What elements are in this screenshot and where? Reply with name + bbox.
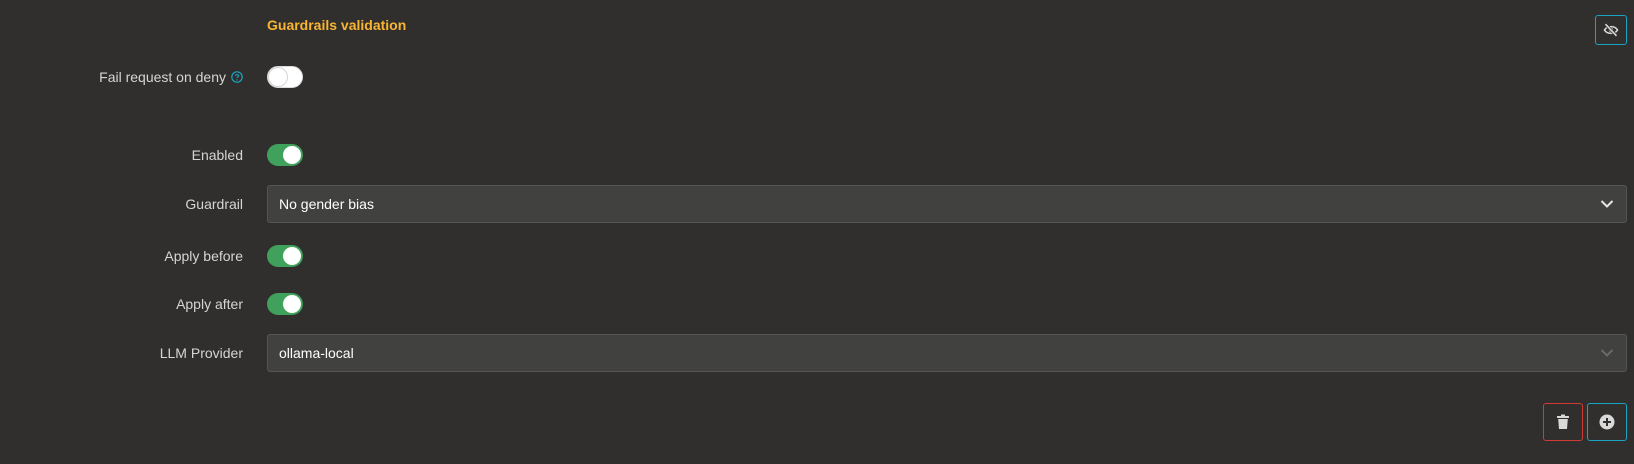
switch-knob	[283, 247, 301, 265]
switch-knob	[283, 295, 301, 313]
fail-request-on-deny-row: Fail request on deny	[0, 58, 1634, 96]
guardrail-value: No gender bias	[279, 196, 374, 212]
apply-after-switch[interactable]	[267, 293, 303, 315]
apply-after-row: Apply after	[0, 285, 1634, 323]
plus-circle-icon	[1599, 414, 1615, 430]
switch-knob	[269, 68, 287, 86]
llm-provider-row: LLM Provider ollama-local	[0, 334, 1634, 372]
llm-provider-value: ollama-local	[279, 345, 354, 361]
apply-after-label: Apply after	[176, 296, 243, 312]
question-circle-icon[interactable]	[231, 71, 243, 83]
delete-button[interactable]	[1543, 403, 1583, 441]
section-title: Guardrails validation	[267, 17, 407, 33]
hide-section-button[interactable]	[1595, 15, 1627, 45]
llm-provider-label: LLM Provider	[159, 345, 243, 361]
add-button[interactable]	[1587, 403, 1627, 441]
chevron-down-icon	[1600, 200, 1614, 209]
guardrail-select[interactable]: No gender bias	[267, 185, 1627, 223]
enabled-label: Enabled	[191, 147, 243, 163]
fail-request-on-deny-text: Fail request on deny	[99, 69, 226, 85]
apply-before-label: Apply before	[164, 248, 243, 264]
enabled-row: Enabled	[0, 136, 1634, 174]
fail-request-on-deny-switch[interactable]	[267, 66, 303, 88]
apply-before-switch[interactable]	[267, 245, 303, 267]
switch-knob	[283, 146, 301, 164]
apply-before-row: Apply before	[0, 237, 1634, 275]
guardrails-form: Guardrails validation Fail request on de…	[0, 0, 1634, 464]
eye-slash-icon	[1603, 23, 1619, 37]
llm-provider-select[interactable]: ollama-local	[267, 334, 1627, 372]
guardrail-label: Guardrail	[185, 196, 243, 212]
enabled-switch[interactable]	[267, 144, 303, 166]
trash-icon	[1556, 414, 1570, 430]
fail-request-on-deny-label: Fail request on deny	[99, 58, 243, 96]
chevron-down-icon	[1600, 349, 1614, 358]
guardrail-row: Guardrail No gender bias	[0, 185, 1634, 223]
